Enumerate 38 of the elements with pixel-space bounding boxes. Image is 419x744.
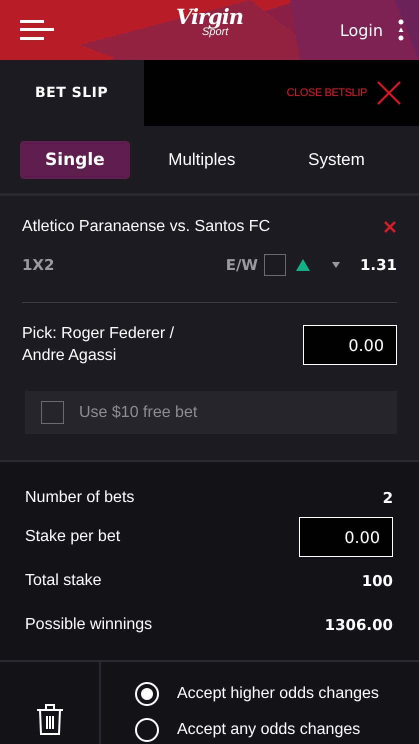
free-bet-option[interactable]: Use $10 free bet <box>25 391 397 434</box>
stake-per-bet-input[interactable]: 0.00 <box>299 517 393 557</box>
bet-type-tab[interactable]: System <box>274 140 399 178</box>
bet-type-tab[interactable]: Multiples <box>130 140 274 178</box>
close-icon <box>377 81 401 105</box>
free-bet-checkbox[interactable] <box>41 401 64 424</box>
radio-button[interactable] <box>135 682 159 706</box>
each-way-label: E/W <box>226 256 258 274</box>
pick-label: Pick: Roger Federer / Andre Agassi <box>22 324 176 366</box>
more-icon[interactable] <box>397 19 405 41</box>
odds-option[interactable]: Accept higher odds changes <box>135 682 379 706</box>
event-name: Atletico Paranaense vs. Santos FC <box>22 218 270 236</box>
summary-value: 1306.00 <box>324 616 393 634</box>
summary-label: Number of bets <box>25 488 134 506</box>
login-link[interactable]: Login <box>340 20 383 40</box>
close-betslip-button[interactable]: CLOSE BETSLIP <box>144 60 419 126</box>
down-triangle-icon <box>332 262 340 268</box>
summary-value: 100 <box>362 572 393 590</box>
odds-option[interactable]: Accept any odds changes <box>135 718 379 742</box>
betslip-title: BET SLIP <box>35 85 108 101</box>
menu-icon[interactable] <box>20 20 54 40</box>
stake-input[interactable]: 0.00 <box>303 325 397 365</box>
summary-value: 2 <box>382 488 393 506</box>
summary-label: Total stake <box>25 572 102 590</box>
market-label: 1X2 <box>22 256 54 274</box>
summary-label: Stake per bet <box>25 528 120 546</box>
odds-value: 1.31 <box>360 256 397 274</box>
summary-label: Possible winnings <box>25 616 152 634</box>
odds-option-label: Accept any odds changes <box>177 721 360 739</box>
up-triangle-icon <box>296 259 310 271</box>
odds-option-label: Accept higher odds changes <box>177 685 379 703</box>
logo: Virgin Sport <box>176 4 243 38</box>
free-bet-label: Use $10 free bet <box>79 404 198 422</box>
radio-button[interactable] <box>135 718 159 742</box>
each-way-checkbox[interactable] <box>264 254 286 276</box>
trash-icon[interactable] <box>36 702 64 736</box>
bet-type-tab[interactable]: Single <box>20 140 130 178</box>
close-icon[interactable] <box>383 220 397 234</box>
